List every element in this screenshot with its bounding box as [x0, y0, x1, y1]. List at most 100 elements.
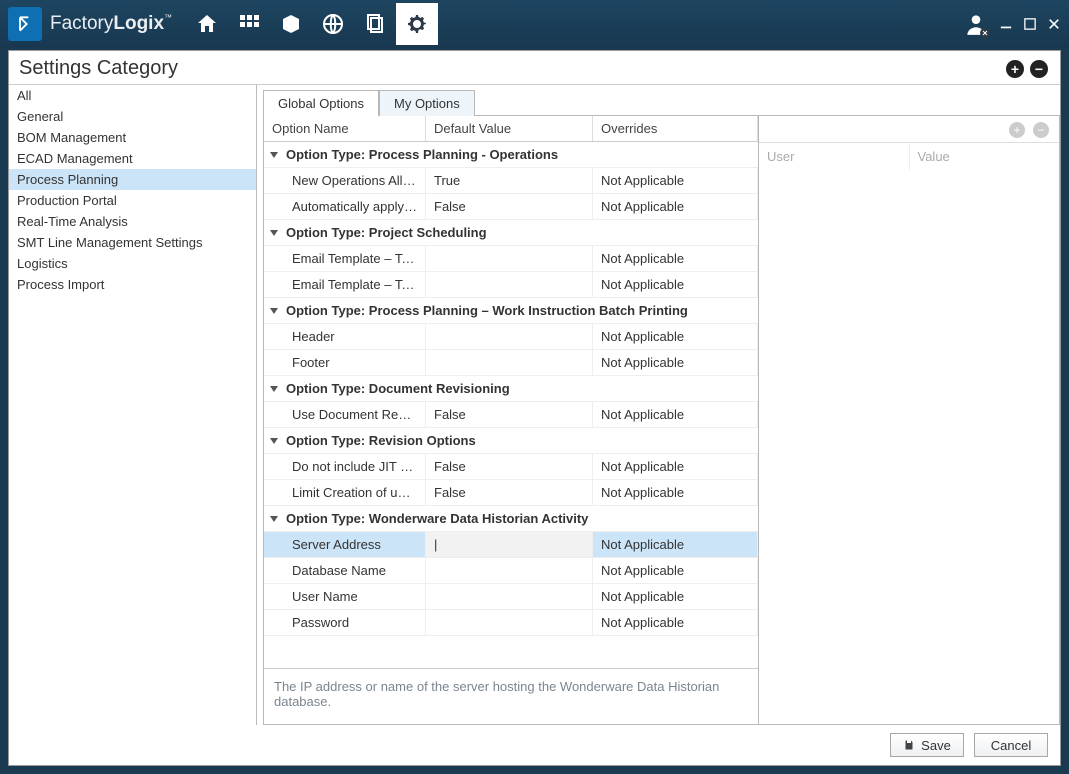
logo-icon [8, 7, 42, 41]
collapse-icon [270, 514, 280, 524]
overrides-panel: + − User Value [759, 116, 1059, 724]
cell-overrides: Not Applicable [593, 402, 758, 427]
group-header[interactable]: Option Type: Revision Options [264, 428, 758, 454]
option-row[interactable]: Email Template – Task... Not Applicable [264, 246, 758, 272]
sidebar-item[interactable]: SMT Line Management Settings [9, 232, 256, 253]
collapse-icon [270, 384, 280, 394]
home-icon[interactable] [186, 3, 228, 45]
option-row[interactable]: Do not include JIT Pr...FalseNot Applica… [264, 454, 758, 480]
group-header[interactable]: Option Type: Process Planning – Work Ins… [264, 298, 758, 324]
collapse-icon [270, 150, 280, 160]
cell-option-name: Server Address [264, 532, 426, 557]
cell-overrides: Not Applicable [593, 246, 758, 271]
document-icon[interactable] [354, 3, 396, 45]
col-default-value[interactable]: Default Value [426, 116, 593, 141]
grid-header: Option Name Default Value Overrides [264, 116, 758, 142]
sidebar-item[interactable]: Production Portal [9, 190, 256, 211]
cell-overrides: Not Applicable [593, 324, 758, 349]
cancel-button[interactable]: Cancel [974, 733, 1048, 757]
option-row[interactable]: Header Not Applicable [264, 324, 758, 350]
col-overrides[interactable]: Overrides [593, 116, 758, 141]
cell-option-name: New Operations Allo... [264, 168, 426, 193]
cell-overrides: Not Applicable [593, 272, 758, 297]
cell-default-value[interactable]: False [426, 402, 593, 427]
cell-default-value[interactable] [426, 584, 593, 609]
maximize-button[interactable] [1023, 17, 1037, 31]
cell-default-value[interactable] [426, 246, 593, 271]
grid-icon[interactable] [228, 3, 270, 45]
option-row[interactable]: Limit Creation of unr...FalseNot Applica… [264, 480, 758, 506]
option-row[interactable]: User Name Not Applicable [264, 584, 758, 610]
sidebar-item[interactable]: Real-Time Analysis [9, 211, 256, 232]
cell-option-name: Limit Creation of unr... [264, 480, 426, 505]
cell-option-name: Email Template – Task... [264, 246, 426, 271]
add-button[interactable]: + [1006, 60, 1024, 78]
sidebar-item[interactable]: Logistics [9, 253, 256, 274]
option-row[interactable]: Server Address Not Applicable [264, 532, 758, 558]
cell-overrides: Not Applicable [593, 584, 758, 609]
user-icon[interactable] [963, 11, 989, 37]
panel-header: Settings Category + − [9, 51, 1060, 84]
override-add-button[interactable]: + [1009, 122, 1025, 138]
cell-option-name: Email Template – Task... [264, 272, 426, 297]
grid-body[interactable]: Option Type: Process Planning - Operatio… [264, 142, 758, 668]
sidebar-item[interactable]: ECAD Management [9, 148, 256, 169]
options-column: Option Name Default Value Overrides Opti… [264, 116, 759, 724]
cell-overrides: Not Applicable [593, 558, 758, 583]
footer: Save Cancel [9, 725, 1060, 765]
grid-wrap: Option Name Default Value Overrides Opti… [263, 115, 1060, 725]
main-panel: Settings Category + − AllGeneralBOM Mana… [8, 50, 1061, 766]
remove-button[interactable]: − [1030, 60, 1048, 78]
cell-default-value[interactable] [426, 350, 593, 375]
center-panel: Global Options My Options Option Name De… [257, 85, 1060, 725]
override-col-user[interactable]: User [759, 143, 910, 170]
sidebar-item[interactable]: Process Planning [9, 169, 256, 190]
group-header[interactable]: Option Type: Document Revisioning [264, 376, 758, 402]
cell-overrides: Not Applicable [593, 532, 758, 557]
cell-overrides: Not Applicable [593, 610, 758, 635]
gear-icon[interactable] [396, 3, 438, 45]
cell-default-value[interactable] [426, 610, 593, 635]
override-col-value[interactable]: Value [910, 143, 1060, 170]
close-button[interactable] [1047, 17, 1061, 31]
cell-default-value[interactable] [426, 532, 593, 557]
sidebar-item[interactable]: All [9, 85, 256, 106]
group-header[interactable]: Option Type: Process Planning - Operatio… [264, 142, 758, 168]
option-row[interactable]: Email Template – Task... Not Applicable [264, 272, 758, 298]
package-icon[interactable] [270, 3, 312, 45]
cell-overrides: Not Applicable [593, 194, 758, 219]
sidebar-item[interactable]: BOM Management [9, 127, 256, 148]
globe-icon[interactable] [312, 3, 354, 45]
group-header[interactable]: Option Type: Project Scheduling [264, 220, 758, 246]
group-header[interactable]: Option Type: Wonderware Data Historian A… [264, 506, 758, 532]
col-option-name[interactable]: Option Name [264, 116, 426, 141]
cell-default-value[interactable] [426, 272, 593, 297]
titlebar-right [963, 11, 1061, 37]
minimize-button[interactable] [999, 17, 1013, 31]
option-row[interactable]: PasswordNot Applicable [264, 610, 758, 636]
option-row[interactable]: FooterNot Applicable [264, 350, 758, 376]
cell-default-value[interactable] [426, 558, 593, 583]
cell-default-value[interactable] [426, 324, 593, 349]
collapse-icon [270, 436, 280, 446]
cell-option-name: Header [264, 324, 426, 349]
option-row[interactable]: Database NameNot Applicable [264, 558, 758, 584]
override-remove-button[interactable]: − [1033, 122, 1049, 138]
option-row[interactable]: New Operations Allo...TrueNot Applicable [264, 168, 758, 194]
toolbar [186, 3, 438, 45]
sidebar-item[interactable]: General [9, 106, 256, 127]
cell-default-value[interactable]: False [426, 194, 593, 219]
cell-option-name: User Name [264, 584, 426, 609]
tab-my-options[interactable]: My Options [379, 90, 475, 116]
cell-default-value[interactable]: True [426, 168, 593, 193]
cell-default-value[interactable]: False [426, 480, 593, 505]
tab-global-options[interactable]: Global Options [263, 90, 379, 116]
option-row[interactable]: Automatically apply d...FalseNot Applica… [264, 194, 758, 220]
sidebar-item[interactable]: Process Import [9, 274, 256, 295]
save-button[interactable]: Save [890, 733, 964, 757]
title-bar: FactoryLogix™ [0, 0, 1069, 48]
panel-title: Settings Category [19, 57, 178, 80]
option-row[interactable]: Use Document Revisi...FalseNot Applicabl… [264, 402, 758, 428]
cell-option-name: Automatically apply d... [264, 194, 426, 219]
cell-default-value[interactable]: False [426, 454, 593, 479]
